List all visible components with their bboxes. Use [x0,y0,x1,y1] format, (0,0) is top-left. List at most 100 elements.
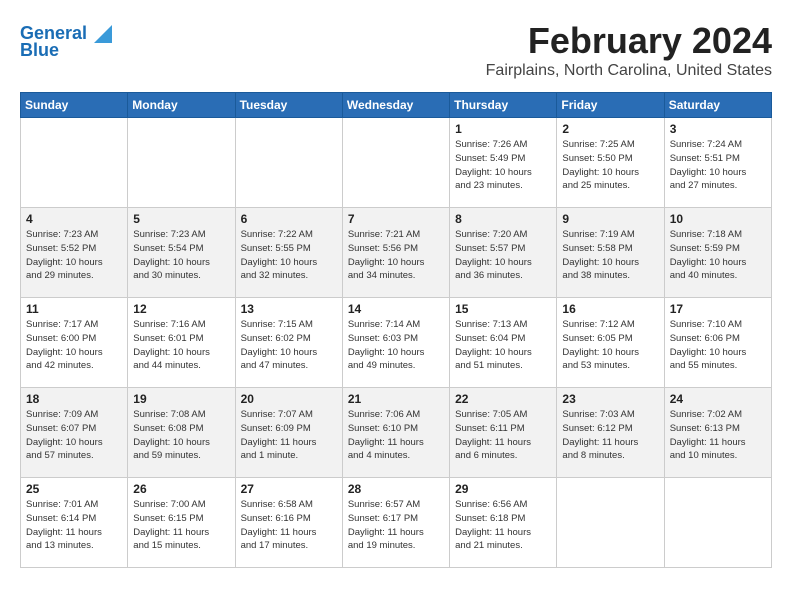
day-number: 24 [670,392,766,406]
day-cell: 8Sunrise: 7:20 AM Sunset: 5:57 PM Daylig… [450,208,557,298]
day-info: Sunrise: 7:03 AM Sunset: 6:12 PM Dayligh… [562,408,658,463]
day-info: Sunrise: 7:09 AM Sunset: 6:07 PM Dayligh… [26,408,122,463]
day-cell: 21 Sunrise: 7:06 AM Sunset: 6:10 PM Dayli… [342,388,449,478]
day-number: 3 [670,122,766,136]
day-info: Sunrise: 7:19 AM Sunset: 5:58 PM Dayligh… [562,228,658,283]
day-number: 1 [455,122,551,136]
day-number: 14 [348,302,444,316]
calendar-table: SundayMondayTuesdayWednesdayThursdayFrid… [20,92,772,568]
day-cell [235,118,342,208]
day-info: Sunrise: 6:56 AM Sunset: 6:18 PM Dayligh… [455,498,551,553]
day-number: 25 [26,482,122,496]
day-number: 13 [241,302,337,316]
day-cell: 17 Sunrise: 7:10 AM Sunset: 6:06 PM Dayli… [664,298,771,388]
col-header-friday: Friday [557,93,664,118]
day-cell: 16 Sunrise: 7:12 AM Sunset: 6:05 PM Dayli… [557,298,664,388]
day-info: Sunrise: 7:17 AM Sunset: 6:00 PM Dayligh… [26,318,122,373]
week-row-5: 25Sunrise: 7:01 AM Sunset: 6:14 PM Dayli… [21,478,772,568]
day-number: 20 [241,392,337,406]
day-info: Sunrise: 6:58 AM Sunset: 6:16 PM Dayligh… [241,498,337,553]
day-cell: 25Sunrise: 7:01 AM Sunset: 6:14 PM Dayli… [21,478,128,568]
week-row-3: 11 Sunrise: 7:17 AM Sunset: 6:00 PM Dayli… [21,298,772,388]
day-cell: 2Sunrise: 7:25 AM Sunset: 5:50 PM Daylig… [557,118,664,208]
day-number: 9 [562,212,658,226]
week-row-2: 4Sunrise: 7:23 AM Sunset: 5:52 PM Daylig… [21,208,772,298]
day-info: Sunrise: 7:08 AM Sunset: 6:08 PM Dayligh… [133,408,229,463]
day-number: 7 [348,212,444,226]
day-cell [664,478,771,568]
col-header-tuesday: Tuesday [235,93,342,118]
logo-icon [94,25,112,43]
day-info: Sunrise: 7:26 AM Sunset: 5:49 PM Dayligh… [455,138,551,193]
logo: General Blue [20,24,112,61]
day-cell: 11 Sunrise: 7:17 AM Sunset: 6:00 PM Dayli… [21,298,128,388]
day-cell: 1 Sunrise: 7:26 AM Sunset: 5:49 PM Daylig… [450,118,557,208]
day-cell [557,478,664,568]
week-row-4: 18 Sunrise: 7:09 AM Sunset: 6:07 PM Dayli… [21,388,772,478]
day-info: Sunrise: 7:12 AM Sunset: 6:05 PM Dayligh… [562,318,658,373]
day-info: Sunrise: 7:06 AM Sunset: 6:10 PM Dayligh… [348,408,444,463]
col-header-monday: Monday [128,93,235,118]
day-info: Sunrise: 7:02 AM Sunset: 6:13 PM Dayligh… [670,408,766,463]
day-cell: 14 Sunrise: 7:14 AM Sunset: 6:03 PM Dayli… [342,298,449,388]
day-cell: 26Sunrise: 7:00 AM Sunset: 6:15 PM Dayli… [128,478,235,568]
day-info: Sunrise: 7:24 AM Sunset: 5:51 PM Dayligh… [670,138,766,193]
day-cell: 9 Sunrise: 7:19 AM Sunset: 5:58 PM Daylig… [557,208,664,298]
day-number: 18 [26,392,122,406]
day-number: 27 [241,482,337,496]
day-cell: 27 Sunrise: 6:58 AM Sunset: 6:16 PM Dayli… [235,478,342,568]
day-cell: 24 Sunrise: 7:02 AM Sunset: 6:13 PM Dayli… [664,388,771,478]
day-number: 6 [241,212,337,226]
day-cell: 29 Sunrise: 6:56 AM Sunset: 6:18 PM Dayli… [450,478,557,568]
calendar-tbody: 1 Sunrise: 7:26 AM Sunset: 5:49 PM Daylig… [21,118,772,568]
day-info: Sunrise: 7:10 AM Sunset: 6:06 PM Dayligh… [670,318,766,373]
day-cell: 10 Sunrise: 7:18 AM Sunset: 5:59 PM Dayli… [664,208,771,298]
day-number: 19 [133,392,229,406]
day-number: 12 [133,302,229,316]
day-cell [128,118,235,208]
week-row-1: 1 Sunrise: 7:26 AM Sunset: 5:49 PM Daylig… [21,118,772,208]
day-cell: 23Sunrise: 7:03 AM Sunset: 6:12 PM Dayli… [557,388,664,478]
day-info: Sunrise: 7:05 AM Sunset: 6:11 PM Dayligh… [455,408,551,463]
day-info: Sunrise: 7:15 AM Sunset: 6:02 PM Dayligh… [241,318,337,373]
day-number: 22 [455,392,551,406]
day-info: Sunrise: 7:07 AM Sunset: 6:09 PM Dayligh… [241,408,337,463]
day-cell: 20 Sunrise: 7:07 AM Sunset: 6:09 PM Dayli… [235,388,342,478]
day-cell: 18 Sunrise: 7:09 AM Sunset: 6:07 PM Dayli… [21,388,128,478]
day-number: 5 [133,212,229,226]
calendar-header: February 2024 Fairplains, North Carolina… [20,20,772,80]
day-cell [342,118,449,208]
header-row: SundayMondayTuesdayWednesdayThursdayFrid… [21,93,772,118]
day-number: 16 [562,302,658,316]
day-info: Sunrise: 7:16 AM Sunset: 6:01 PM Dayligh… [133,318,229,373]
day-cell: 12 Sunrise: 7:16 AM Sunset: 6:01 PM Dayli… [128,298,235,388]
day-number: 15 [455,302,551,316]
col-header-sunday: Sunday [21,93,128,118]
col-header-saturday: Saturday [664,93,771,118]
day-number: 10 [670,212,766,226]
day-info: Sunrise: 7:14 AM Sunset: 6:03 PM Dayligh… [348,318,444,373]
day-info: Sunrise: 7:18 AM Sunset: 5:59 PM Dayligh… [670,228,766,283]
day-info: Sunrise: 7:21 AM Sunset: 5:56 PM Dayligh… [348,228,444,283]
day-info: Sunrise: 7:23 AM Sunset: 5:52 PM Dayligh… [26,228,122,283]
col-header-thursday: Thursday [450,93,557,118]
day-cell: 7 Sunrise: 7:21 AM Sunset: 5:56 PM Daylig… [342,208,449,298]
day-cell [21,118,128,208]
calendar-title: February 2024 [20,20,772,62]
day-cell: 28Sunrise: 6:57 AM Sunset: 6:17 PM Dayli… [342,478,449,568]
day-number: 17 [670,302,766,316]
day-number: 8 [455,212,551,226]
day-cell: 5Sunrise: 7:23 AM Sunset: 5:54 PM Daylig… [128,208,235,298]
day-number: 2 [562,122,658,136]
day-cell: 13 Sunrise: 7:15 AM Sunset: 6:02 PM Dayli… [235,298,342,388]
day-cell: 4Sunrise: 7:23 AM Sunset: 5:52 PM Daylig… [21,208,128,298]
page-header: General Blue February 2024 Fairplains, N… [20,20,772,84]
day-number: 21 [348,392,444,406]
day-cell: 6 Sunrise: 7:22 AM Sunset: 5:55 PM Daylig… [235,208,342,298]
day-number: 28 [348,482,444,496]
day-info: Sunrise: 7:22 AM Sunset: 5:55 PM Dayligh… [241,228,337,283]
day-number: 29 [455,482,551,496]
day-info: Sunrise: 7:00 AM Sunset: 6:15 PM Dayligh… [133,498,229,553]
day-cell: 22 Sunrise: 7:05 AM Sunset: 6:11 PM Dayli… [450,388,557,478]
day-number: 11 [26,302,122,316]
